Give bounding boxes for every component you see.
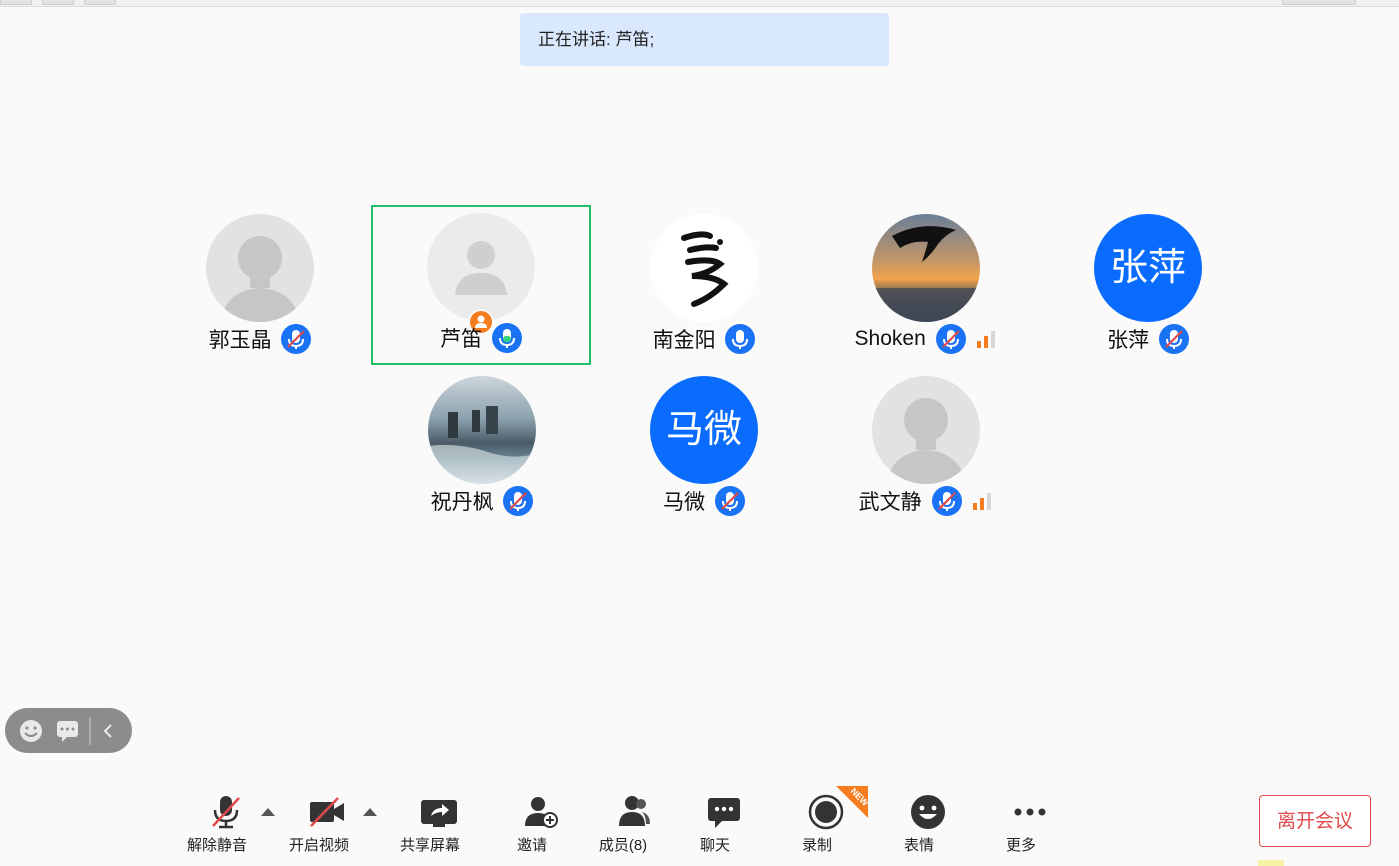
top-strip-tab [84,0,116,5]
network-signal-icon [973,492,993,510]
share-screen-button[interactable]: 共享屏幕 [392,792,468,855]
participant-name-bar: 祝丹枫 [372,486,592,516]
participant-name-bar: 马微 [594,486,814,516]
participant-name-bar: 郭玉晶 [150,324,370,354]
participant-name: 祝丹枫 [430,491,494,514]
speaking-banner: 正在讲话: 芦笛; [520,13,889,66]
photo-avatar [428,376,536,484]
reactions-button[interactable]: 表情 [881,792,957,855]
participant-name: 武文静 [858,491,922,514]
avatar-initials: 马微 [665,409,742,451]
participant-name: 芦笛 [440,328,483,351]
leave-meeting-button[interactable]: 离开会议 [1259,795,1371,847]
avatar-initials: 张萍 [1109,247,1186,289]
camera-off-icon [281,792,357,832]
participant-tile[interactable]: 马微 马微 [594,368,814,528]
mic-muted-icon [935,324,966,354]
unmute-label: 解除静音 [186,837,247,854]
chevron-left-icon [103,724,112,738]
more-dots-icon [983,792,1059,832]
window-top-strip [0,0,1399,7]
more-label: 更多 [1005,837,1036,854]
participant-tile[interactable]: 郭玉晶 [150,206,370,366]
participant-tile[interactable]: 祝丹枫 [372,368,592,528]
participant-name-bar: 南金阳 [594,324,814,354]
photo-avatar [872,214,980,322]
members-label: 成员(8) [598,837,648,854]
participant-tile[interactable]: 武文静 [816,368,1036,528]
mic-muted-icon [503,486,534,516]
invite-button[interactable]: 邀请 [494,792,570,855]
chat-bubble-icon [677,792,753,832]
start-video-label: 开启视频 [288,837,349,854]
participant-name-bar: Shoken [816,324,1036,354]
chat-button[interactable]: 聊天 [677,792,753,855]
mic-active-icon [491,323,522,353]
chat-bubble-icon [57,721,78,742]
participant-tile[interactable]: 南金阳 [594,206,814,366]
default-avatar [206,214,314,322]
participant-name-bar: 芦笛 [373,323,589,353]
people-icon [585,792,661,832]
default-avatar [872,376,980,484]
share-screen-icon [392,792,468,832]
members-button[interactable]: 成员(8) [585,792,661,855]
participant-name: 马微 [663,491,706,514]
new-feature-badge: NEW [836,786,868,818]
add-person-icon [494,792,570,832]
participant-name-bar: 张萍 [1038,324,1258,354]
participant-name-bar: 武文静 [816,486,1036,516]
participant-tile-active-speaker[interactable]: 芦笛 [371,205,591,365]
smile-icon [881,792,957,832]
participant-name: 南金阳 [652,329,716,352]
reactions-label: 表情 [903,837,934,854]
participant-tile[interactable]: Shoken [816,206,1036,366]
smile-icon [20,720,42,742]
audio-options-caret[interactable] [261,808,275,816]
participant-tile[interactable]: 张萍 张萍 [1038,206,1258,366]
network-signal-icon [977,330,997,348]
invite-label: 邀请 [516,837,547,854]
floating-mini-toolbar [5,708,132,753]
mic-icon [725,324,756,354]
unmute-button[interactable]: 解除静音 [179,792,255,855]
video-options-caret[interactable] [363,808,377,816]
meeting-toolbar: 解除静音 开启视频 共享屏幕 邀请 成员(8) 聊天 录制 表情 更多 [0,780,1399,866]
taskbar-highlight [1258,860,1284,866]
mic-muted-icon [281,324,312,354]
calligraphy-avatar [650,214,758,322]
participant-name: Shoken [854,327,926,350]
initials-avatar: 张萍 [1094,214,1202,322]
mic-muted-icon [714,486,745,516]
share-screen-label: 共享屏幕 [399,837,460,854]
top-strip-tab [42,0,74,5]
mic-muted-icon [931,486,962,516]
top-strip-tab [0,0,32,5]
mic-muted-icon [1158,324,1189,354]
start-video-button[interactable]: 开启视频 [281,792,357,855]
participant-name: 郭玉晶 [208,329,272,352]
record-label: 录制 [801,837,832,854]
chat-label: 聊天 [699,837,730,854]
more-button[interactable]: 更多 [983,792,1059,855]
floating-toolbar-icons [20,717,112,745]
mic-muted-icon [179,792,255,832]
initials-avatar: 马微 [650,376,758,484]
participant-name: 张萍 [1107,329,1150,352]
top-strip-tab [1282,0,1356,5]
default-avatar [427,213,535,321]
speaking-text: 正在讲话: 芦笛; [538,30,655,49]
